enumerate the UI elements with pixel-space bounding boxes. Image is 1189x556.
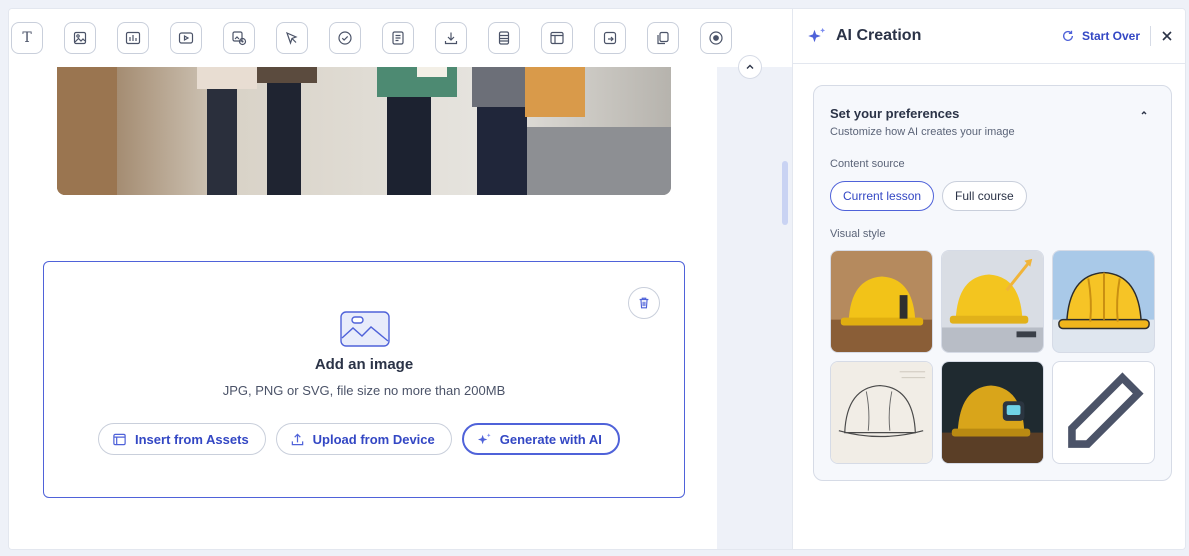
content-source-label: Content source (830, 158, 905, 170)
generate-with-ai-label: Generate with AI (499, 431, 602, 447)
style-cinematic-hardhat[interactable] (941, 361, 1044, 464)
panel-title: AI Creation (836, 27, 922, 44)
sparkle-icon (808, 27, 826, 43)
chevron-up-icon[interactable] (1139, 108, 1149, 118)
assets-icon (113, 433, 126, 445)
preferences-subtitle: Customize how AI creates your image (830, 126, 1015, 138)
generate-with-ai-button[interactable]: Generate with AI (461, 423, 620, 455)
refresh-icon (1062, 30, 1073, 41)
visual-style-label: Visual style (830, 228, 886, 240)
content-source-current-lesson[interactable]: Current lesson (830, 181, 935, 211)
document-tool-icon[interactable] (382, 22, 414, 54)
panel-header: AI Creation Start Over (793, 9, 1185, 64)
team-photo (57, 67, 671, 195)
dropzone-subtitle: JPG, PNG or SVG, file size no more than … (222, 383, 506, 398)
record-tool-icon[interactable] (700, 22, 732, 54)
export-tool-icon[interactable] (594, 22, 626, 54)
insert-toolbar: T (9, 9, 792, 67)
chevron-up-icon (746, 64, 754, 69)
download-tool-icon[interactable] (435, 22, 467, 54)
collapse-button[interactable] (738, 55, 762, 79)
video-tool-icon[interactable] (170, 22, 202, 54)
preferences-title: Set your preferences (830, 106, 960, 121)
upload-from-device-button[interactable]: Upload from Device (275, 423, 452, 455)
insert-from-assets-label: Insert from Assets (135, 431, 249, 447)
start-over-button[interactable]: Start Over (1061, 29, 1140, 43)
ai-creation-panel: AI Creation Start Over Set your preferen… (792, 9, 1185, 549)
image-placeholder-icon (340, 311, 390, 347)
upload-from-device-label: Upload from Device (312, 431, 435, 447)
style-custom-edit[interactable] (1052, 361, 1155, 464)
image-tool-icon[interactable] (64, 22, 96, 54)
close-icon[interactable] (1161, 30, 1173, 42)
insert-from-assets-button[interactable]: Insert from Assets (98, 423, 266, 455)
lesson-canvas: Add an image JPG, PNG or SVG, file size … (9, 67, 717, 549)
style-sketch-hardhat[interactable] (830, 361, 933, 464)
header-divider (1150, 26, 1151, 46)
trash-icon (639, 297, 649, 309)
image-dropzone[interactable]: Add an image JPG, PNG or SVG, file size … (43, 261, 685, 498)
text-tool-glyph: T (22, 30, 32, 46)
sparkle-icon (477, 432, 491, 444)
upload-icon (291, 432, 303, 445)
text-tool-icon[interactable]: T (11, 22, 43, 54)
preferences-card: Set your preferences Customize how AI cr… (813, 85, 1172, 481)
dropzone-actions: Insert from Assets Upload from Device Ge… (98, 423, 620, 455)
canvas-scrollbar[interactable] (782, 161, 788, 225)
visual-style-grid (830, 250, 1155, 464)
start-over-label: Start Over (1081, 29, 1140, 43)
pointer-tool-icon[interactable] (276, 22, 308, 54)
ai-image-tool-icon[interactable] (223, 22, 255, 54)
content-source-full-course[interactable]: Full course (942, 181, 1027, 211)
content-source-options: Current lesson Full course (830, 181, 1027, 211)
pencil-icon (1068, 372, 1144, 448)
check-tool-icon[interactable] (329, 22, 361, 54)
style-illustration-hardhat[interactable] (1052, 250, 1155, 353)
layout-tool-icon[interactable] (541, 22, 573, 54)
delete-block-button[interactable] (628, 287, 660, 319)
stack-tool-icon[interactable] (488, 22, 520, 54)
canvas-gutter (717, 9, 792, 549)
app-window: T Add an image JPG, PNG or SVG, file siz… (8, 8, 1186, 550)
chart-tool-icon[interactable] (117, 22, 149, 54)
copy-tool-icon[interactable] (647, 22, 679, 54)
dropzone-title: Add an image (314, 356, 414, 373)
style-photo-hardhat[interactable] (830, 250, 933, 353)
style-3d-hardhat[interactable] (941, 250, 1044, 353)
